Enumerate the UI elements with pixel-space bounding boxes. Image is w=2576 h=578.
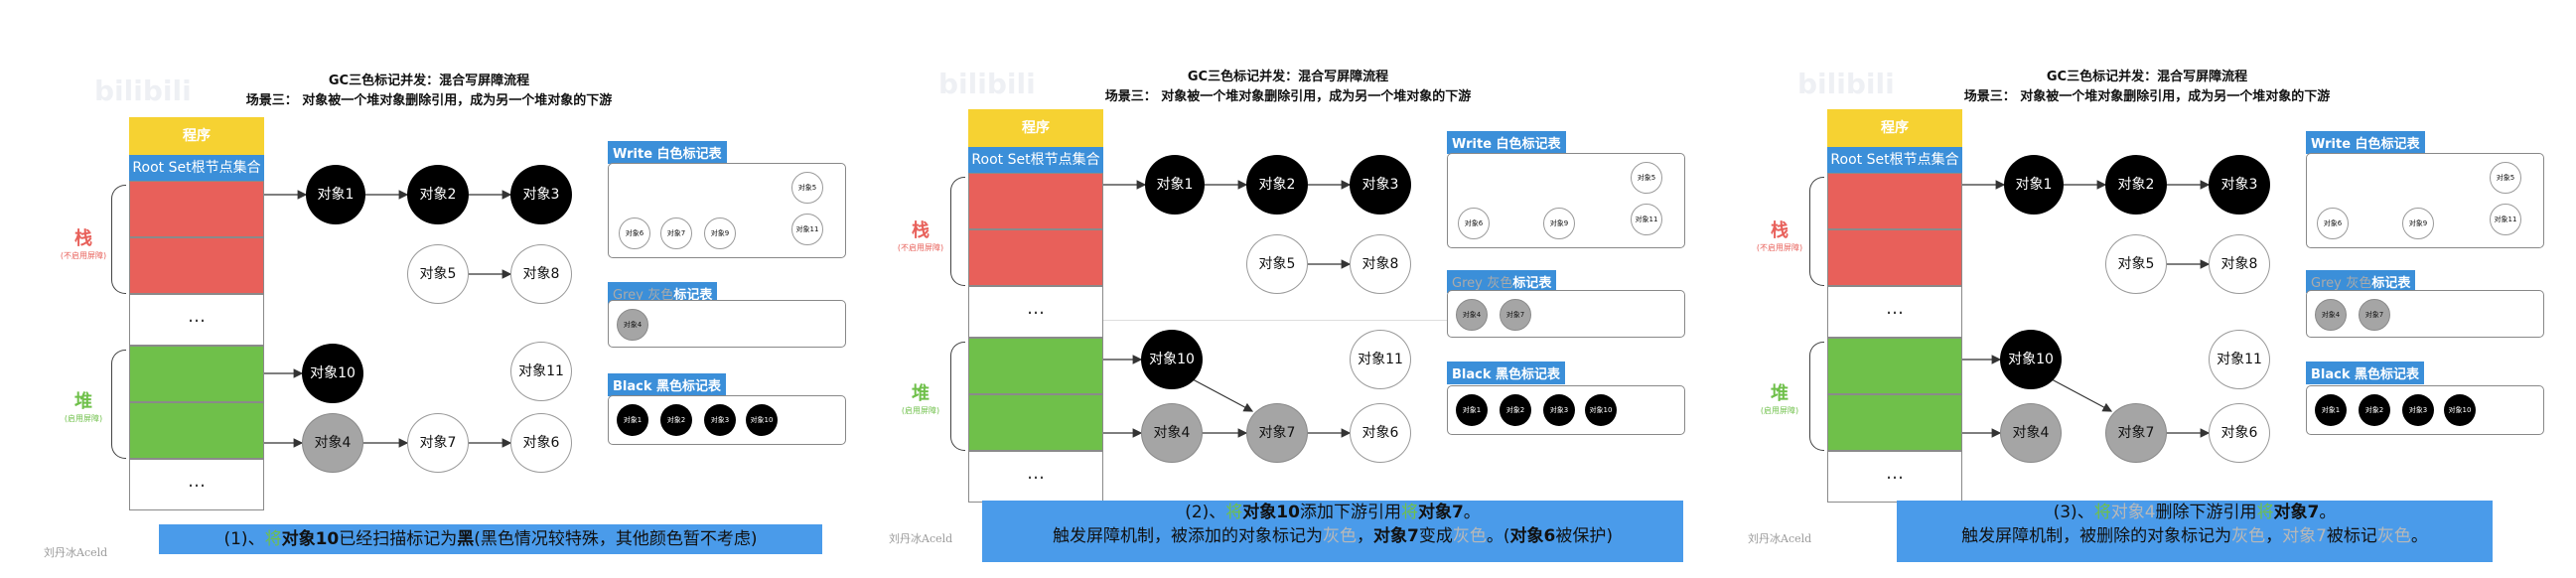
step-caption: (2)、将对象10添加下游引用将对象7。 触发屏障机制，被添加的对象标记为灰色，… <box>982 501 1683 562</box>
author-signature: 刘丹冰Aceld <box>889 532 953 545</box>
black-table-title: Black 黑色标记表 <box>1447 361 1566 384</box>
panel-1: bilibili GC三色标记并发：混合写屏障流程 场景三： 对象被一个堆对象删… <box>0 0 858 578</box>
object-2-mini: 对象2 <box>660 404 692 436</box>
white-table: 对象5 对象6 对象9 对象11 <box>2306 153 2544 248</box>
step-caption: (3)、将对象4删除下游引用将对象7。 触发屏障机制，被删除的对象标记为灰色，对… <box>1897 501 2493 562</box>
white-table: 对象5 对象6 对象9 对象11 <box>1447 153 1685 248</box>
object-4-node: 对象4 <box>302 413 363 473</box>
object-1-mini: 对象1 <box>2315 394 2347 426</box>
object-6-node: 对象6 <box>510 413 572 473</box>
object-5-node: 对象5 <box>407 244 469 304</box>
black-table-title: Black 黑色标记表 <box>608 373 727 396</box>
white-table-title: Write 白色标记表 <box>608 141 727 164</box>
object-9-mini: 对象9 <box>704 217 736 249</box>
panel-3: bilibili GC三色标记并发：混合写屏障流程 场景三： 对象被一个堆对象删… <box>1718 0 2576 578</box>
object-2-node: 对象2 <box>1246 155 1308 215</box>
object-7-mini: 对象7 <box>660 217 692 249</box>
object-8-node: 对象8 <box>510 244 572 304</box>
black-table: 对象1 对象2 对象3 对象10 <box>2306 385 2544 435</box>
object-7-node: 对象7 <box>1246 403 1308 463</box>
object-8-node: 对象8 <box>2209 234 2270 294</box>
object-5-mini: 对象5 <box>791 172 823 204</box>
object-2-node: 对象2 <box>2105 155 2167 215</box>
object-3-mini: 对象3 <box>1543 394 1575 426</box>
object-7-mini: 对象7 <box>2359 299 2390 331</box>
object-1-node: 对象1 <box>2004 155 2064 215</box>
object-11-mini: 对象11 <box>791 214 823 245</box>
object-11-mini: 对象11 <box>2490 204 2521 235</box>
object-6-node: 对象6 <box>2209 403 2270 463</box>
object-8-node: 对象8 <box>1350 234 1411 294</box>
object-10-node: 对象10 <box>302 344 363 403</box>
white-table-title: Write 白色标记表 <box>1447 131 1566 154</box>
object-5-node: 对象5 <box>2105 234 2167 294</box>
panel-2: bilibili GC三色标记并发：混合写屏障流程 场景三： 对象被一个堆对象删… <box>859 0 1717 578</box>
object-5-node: 对象5 <box>1246 234 1308 294</box>
author-signature: 刘丹冰Aceld <box>44 546 108 559</box>
object-5-mini: 对象5 <box>2490 162 2521 194</box>
object-11-node: 对象11 <box>510 342 572 401</box>
object-1-mini: 对象1 <box>1456 394 1488 426</box>
object-2-mini: 对象2 <box>2359 394 2390 426</box>
author-signature: 刘丹冰Aceld <box>1748 532 1812 545</box>
object-4-node: 对象4 <box>2000 403 2062 463</box>
object-6-mini: 对象6 <box>619 217 650 249</box>
grey-table: 对象4 对象7 <box>2306 290 2544 338</box>
object-4-node: 对象4 <box>1141 403 1203 463</box>
object-3-node: 对象3 <box>1350 155 1411 215</box>
object-6-mini: 对象6 <box>2317 208 2349 239</box>
white-table: 对象5 对象6 对象7 对象9 对象11 <box>608 163 846 258</box>
object-11-node: 对象11 <box>1350 330 1411 389</box>
object-10-mini: 对象10 <box>2444 394 2476 426</box>
object-4-mini: 对象4 <box>2315 299 2347 331</box>
object-4-mini: 对象4 <box>617 309 648 341</box>
object-7-node: 对象7 <box>2105 403 2167 463</box>
object-10-mini: 对象10 <box>746 404 778 436</box>
object-10-node: 对象10 <box>2000 330 2062 389</box>
step-caption: (1)、将对象10已经扫描标记为黑(黑色情况较特殊，其他颜色暂不考虑) <box>159 524 822 554</box>
object-9-mini: 对象9 <box>2402 208 2434 239</box>
object-11-mini: 对象11 <box>1631 204 1662 235</box>
object-10-mini: 对象10 <box>1585 394 1617 426</box>
object-10-node: 对象10 <box>1141 330 1203 389</box>
object-3-node: 对象3 <box>2209 155 2270 215</box>
object-2-node: 对象2 <box>407 165 469 224</box>
grey-table: 对象4 <box>608 300 846 348</box>
object-1-node: 对象1 <box>306 165 365 224</box>
object-3-mini: 对象3 <box>2402 394 2434 426</box>
object-4-mini: 对象4 <box>1456 299 1488 331</box>
object-7-mini: 对象7 <box>1500 299 1531 331</box>
object-5-mini: 对象5 <box>1631 162 1662 194</box>
object-11-node: 对象11 <box>2209 330 2270 389</box>
object-3-node: 对象3 <box>510 165 572 224</box>
object-7-node: 对象7 <box>407 413 469 473</box>
object-9-mini: 对象9 <box>1543 208 1575 239</box>
object-6-node: 对象6 <box>1350 403 1411 463</box>
object-1-mini: 对象1 <box>617 404 648 436</box>
grey-table: 对象4 对象7 <box>1447 290 1685 338</box>
object-3-mini: 对象3 <box>704 404 736 436</box>
white-table-title: Write 白色标记表 <box>2306 131 2425 154</box>
black-table: 对象1 对象2 对象3 对象10 <box>1447 385 1685 435</box>
object-1-node: 对象1 <box>1145 155 1205 215</box>
black-table-title: Black 黑色标记表 <box>2306 361 2425 384</box>
object-6-mini: 对象6 <box>1458 208 1490 239</box>
object-2-mini: 对象2 <box>1500 394 1531 426</box>
black-table: 对象1 对象2 对象3 对象10 <box>608 395 846 445</box>
